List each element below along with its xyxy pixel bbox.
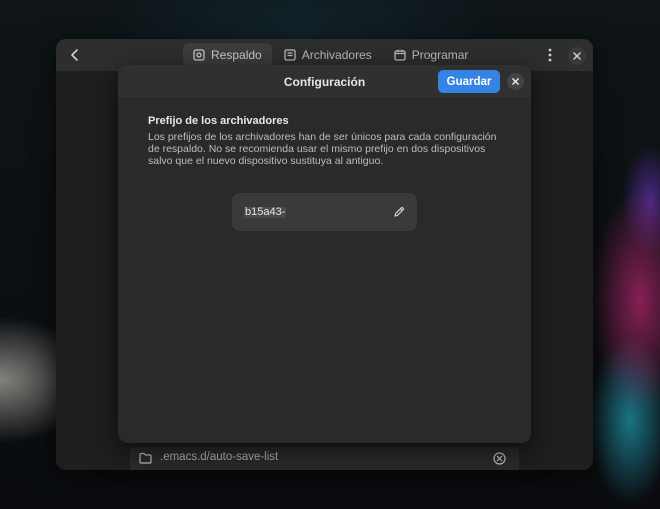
preferences-dialog: Configuración Guardar Prefijo de los arc… [118, 65, 531, 443]
tab-respaldo[interactable]: Respaldo [183, 43, 272, 67]
main-menu-button[interactable] [540, 45, 560, 65]
archive-icon [284, 49, 296, 61]
back-button[interactable] [64, 45, 86, 65]
dialog-close-button[interactable] [507, 73, 524, 90]
dialog-headerbar: Configuración Guardar [118, 65, 531, 99]
tab-label: Archivadores [301, 48, 372, 62]
pencil-icon[interactable] [393, 206, 405, 218]
close-icon [512, 78, 519, 85]
remove-circle-icon[interactable] [493, 452, 506, 465]
chevron-left-icon [71, 49, 78, 61]
archive-prefix-entry[interactable]: b15a43- [232, 193, 417, 231]
kebab-menu-icon [548, 48, 552, 62]
save-button[interactable]: Guardar [438, 70, 500, 93]
include-folder-row: .emacs.d/auto-save-list [130, 447, 519, 470]
tab-archivadores[interactable]: Archivadores [274, 43, 382, 67]
tab-programar[interactable]: Programar [384, 43, 479, 67]
section-description: Los prefijos de los archivadores han de … [148, 131, 497, 167]
folder-icon [139, 452, 152, 464]
view-switcher: Respaldo Archivadores Programar [183, 43, 478, 67]
tab-label: Respaldo [211, 48, 262, 62]
backup-icon [193, 49, 205, 61]
window-close-button[interactable] [568, 47, 586, 65]
tab-label: Programar [411, 48, 469, 62]
section-title: Prefijo de los archivadores [148, 115, 289, 127]
folder-path: .emacs.d/auto-save-list [160, 451, 279, 463]
close-icon [573, 52, 581, 60]
calendar-icon [394, 49, 406, 61]
prefix-value[interactable]: b15a43- [244, 207, 287, 218]
